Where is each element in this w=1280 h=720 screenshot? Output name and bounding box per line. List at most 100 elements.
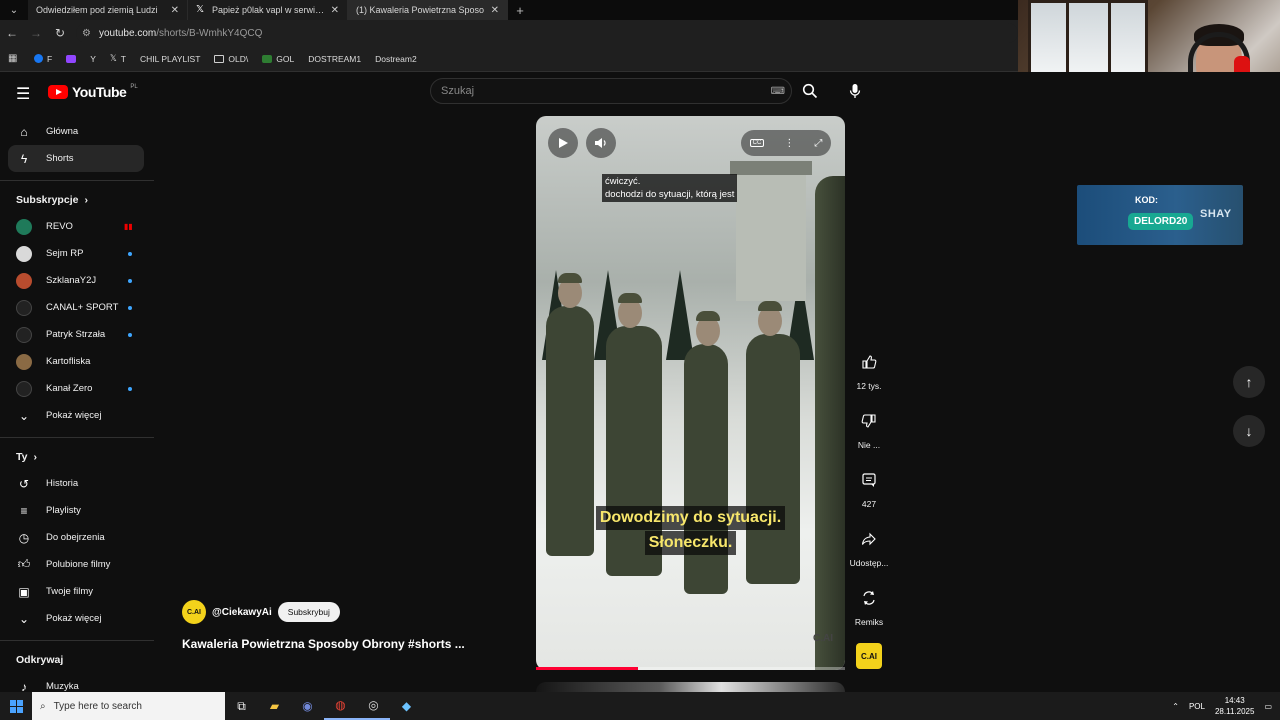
subscriptions-header[interactable]: Subskrypcje › <box>0 187 154 213</box>
subscription-kanal-zero[interactable]: Kanał Zero <box>0 375 154 402</box>
like-button[interactable]: 12 tys. <box>845 348 893 391</box>
url-bar[interactable]: ⚙ youtube.com/shorts/B-WmhkY4QCQ <box>76 23 1018 43</box>
reload-icon[interactable]: ↻ <box>48 26 72 40</box>
x-favicon-icon: 𝕏 <box>196 4 205 15</box>
clock[interactable]: 14:43 28.11.2025 <box>1215 695 1254 717</box>
task-view-icon[interactable]: ⧉ <box>225 692 258 720</box>
sidebar-item-liked-videos[interactable]: 👍︎ Polubione filmy <box>0 551 146 578</box>
avatar <box>16 245 32 262</box>
language-indicator[interactable]: POL <box>1189 702 1205 711</box>
closed-captions-icon[interactable]: CC <box>749 139 765 147</box>
forward-arrow-icon[interactable]: → <box>24 26 48 40</box>
bookmark-old-folder[interactable]: OLD\ <box>214 54 248 64</box>
divider <box>0 437 154 438</box>
sound-channel-thumbnail[interactable]: C.AI <box>856 643 882 669</box>
next-short-button[interactable]: ↓ <box>1233 415 1265 447</box>
voice-search-button[interactable] <box>842 78 868 104</box>
mute-button[interactable] <box>586 128 616 158</box>
menu-icon[interactable]: ☰ <box>16 84 30 104</box>
obs-icon[interactable]: ◎ <box>357 692 390 720</box>
browser-tab-1[interactable]: Odwiedziłem pod ziemią Ludzi ✕ <box>0 0 188 80</box>
share-button[interactable]: Udostęp... <box>845 525 893 568</box>
bookmark-f[interactable]: F <box>34 54 52 64</box>
taskbar-search[interactable]: ⌕ Type here to search <box>32 692 225 720</box>
youtube-logo[interactable]: YouTube PL <box>48 84 138 100</box>
thumbs-down-icon <box>861 414 876 428</box>
browser-tab-3[interactable]: (1) Kawaleria Powietrzna Sposo ✕ <box>0 0 508 80</box>
subscription-patryk-strzala[interactable]: Patryk Strzała <box>0 321 154 348</box>
chevron-up-icon[interactable]: ⌃ <box>1172 702 1179 711</box>
site-info-icon[interactable]: ⚙ <box>82 28 91 39</box>
avatar <box>16 299 32 316</box>
avatar <box>16 380 32 397</box>
close-tab-icon[interactable]: ✕ <box>171 5 179 16</box>
dislike-button[interactable]: Nie ... <box>845 407 893 450</box>
player-controls-pill: CC ⋮ ⤢ <box>741 130 831 156</box>
divider <box>0 640 154 641</box>
comments-button[interactable]: 427 <box>845 466 893 509</box>
short-title[interactable]: Kawaleria Powietrzna Sposoby Obrony #sho… <box>182 637 465 651</box>
subscription-canal-sport[interactable]: CANAL+ SPORT <box>0 294 154 321</box>
sidebar-item-playlists[interactable]: ≡ Playlisty <box>0 497 146 524</box>
sidebar-item-shorts[interactable]: ϟ Shorts <box>8 145 144 172</box>
bookmark-y[interactable]: Y <box>0 54 96 126</box>
thumbs-up-icon <box>862 355 877 369</box>
show-more-you[interactable]: ⌄ Pokaż więcej <box>0 605 146 632</box>
browser-tab-2[interactable]: 𝕏 Papież p0lak vapl w serwisie X ✕ <box>188 0 348 20</box>
shorts-icon: ϟ <box>20 151 28 166</box>
more-options-icon[interactable]: ⋮ <box>784 138 794 149</box>
notifications-icon[interactable]: ▭ <box>1264 702 1272 711</box>
tab-search-icon[interactable]: ⌄ <box>0 0 28 20</box>
bookmark-dostream1[interactable]: DOSTREAM1 <box>0 54 361 126</box>
video-progress-bar[interactable] <box>536 667 845 670</box>
new-tab-button[interactable]: + <box>508 0 532 20</box>
you-header[interactable]: Ty › <box>0 444 154 470</box>
search-button[interactable] <box>797 78 823 104</box>
shorts-video-player[interactable]: CC ⋮ ⤢ ćwiczyć. dochodzi do sytuacji, kt… <box>536 116 845 670</box>
new-content-dot <box>128 386 132 391</box>
close-tab-icon[interactable]: ✕ <box>491 5 499 16</box>
sidebar: ⌂ Główna ϟ Shorts Subskrypcje › REVO ▮▮ … <box>0 118 154 694</box>
bookmark-chil-playlist[interactable]: CHIL PLAYLIST <box>0 54 200 126</box>
sidebar-item-watch-later[interactable]: ◷ Do obejrzenia <box>0 524 146 551</box>
play-icon <box>559 138 568 148</box>
channel-handle[interactable]: @CiekawyAi <box>212 607 272 618</box>
search-box: ⌨ <box>430 78 792 104</box>
clock-icon: ◷ <box>18 530 30 545</box>
promo-code: DELORD20 <box>1128 213 1194 230</box>
app-icon[interactable]: ◆ <box>390 692 423 720</box>
sidebar-item-your-videos[interactable]: ▣ Twoje filmy <box>0 578 146 605</box>
play-button[interactable] <box>548 128 578 158</box>
remix-button[interactable]: Remiks <box>845 584 893 627</box>
search-input[interactable] <box>441 85 771 97</box>
back-arrow-icon[interactable]: ← <box>0 26 24 40</box>
subscription-kartofliska[interactable]: Kartofliska <box>0 348 154 375</box>
subscription-szklanay2j[interactable]: SzklanaY2J <box>0 267 154 294</box>
bookmark-t[interactable]: 𝕏T <box>110 53 126 64</box>
channel-avatar[interactable]: C.AI <box>182 600 206 624</box>
subscription-revo[interactable]: REVO ▮▮ <box>0 213 154 240</box>
discord-icon[interactable]: ◉ <box>291 692 324 720</box>
subscribe-button[interactable]: Subskrybuj <box>277 602 340 622</box>
fullscreen-icon[interactable]: ⤢ <box>814 138 822 149</box>
bookmark-twitch[interactable] <box>66 54 77 63</box>
promo-code-label: KOD: <box>1135 195 1158 205</box>
windows-taskbar: ⌕ Type here to search ⧉ ▰ ◉ ◍ ◎ ◆ ⌃ POL … <box>0 692 1280 720</box>
sidebar-item-history[interactable]: ↺ Historia <box>0 470 146 497</box>
sidebar-item-home[interactable]: ⌂ Główna <box>0 118 146 145</box>
subscription-sejm-rp[interactable]: Sejm RP <box>0 240 154 267</box>
show-more-subscriptions[interactable]: ⌄ Pokaż więcej <box>0 402 146 429</box>
close-tab-icon[interactable]: ✕ <box>331 5 339 16</box>
windows-logo-icon <box>9 699 23 713</box>
keyboard-icon[interactable]: ⌨ <box>771 86 785 97</box>
chrome-icon[interactable]: ◍ <box>324 692 357 720</box>
search-icon: ⌕ <box>40 700 46 712</box>
previous-short-button[interactable]: ↑ <box>1233 366 1265 398</box>
file-explorer-icon[interactable]: ▰ <box>258 692 291 720</box>
share-label: Udostęp... <box>849 558 889 568</box>
apps-grid-icon[interactable]: ▦ <box>8 53 20 65</box>
bookmark-dostream2[interactable]: Dostream2 <box>0 54 417 126</box>
folder-icon <box>214 54 225 63</box>
bookmark-gol[interactable]: GOL <box>262 54 294 64</box>
windows-start-button[interactable] <box>0 692 32 720</box>
